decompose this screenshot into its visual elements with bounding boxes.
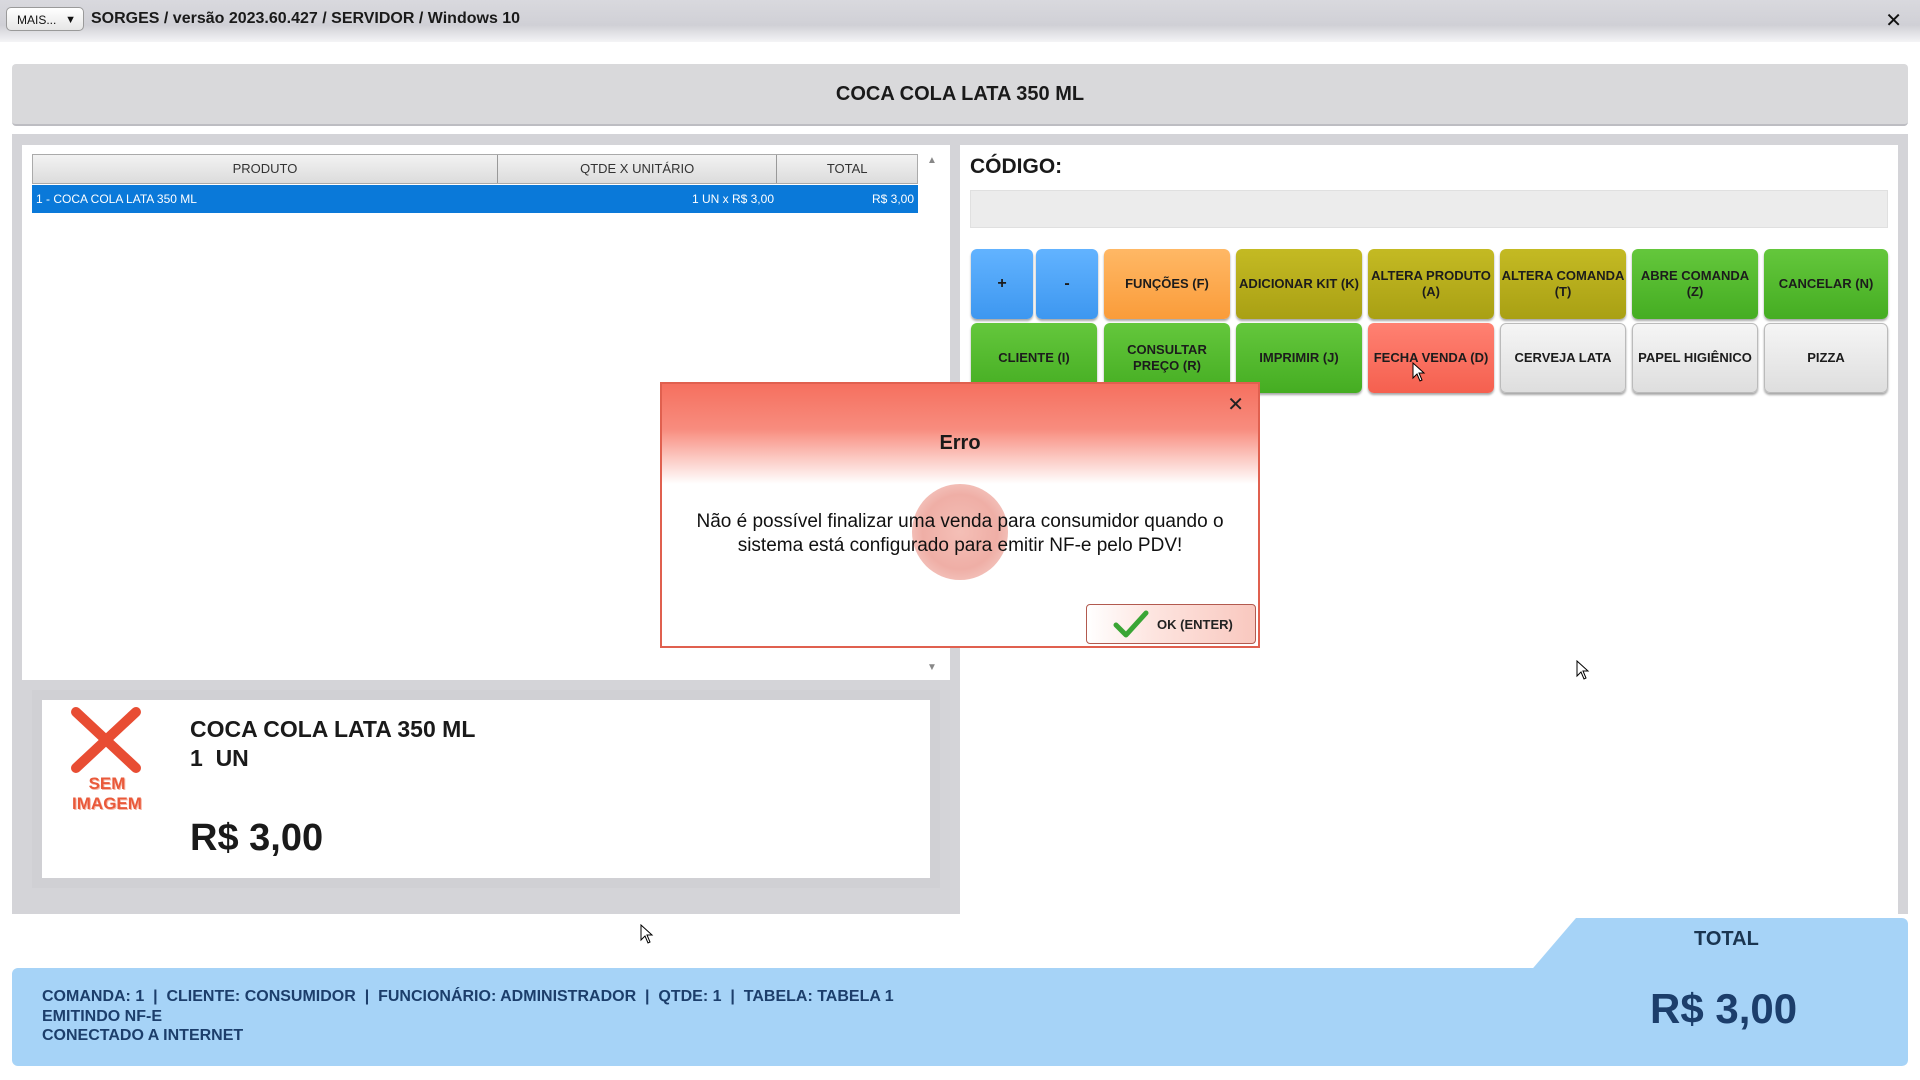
chevron-down-icon: ▼	[65, 14, 76, 26]
row-product: 1 - COCA COLA LATA 350 ML	[36, 192, 197, 206]
table-row[interactable]: 1 - COCA COLA LATA 350 ML 1 UN x R$ 3,00…	[32, 185, 918, 213]
dialog-message: Não é possível finalizar uma venda para …	[696, 511, 1224, 556]
status-connection-line: CONECTADO A INTERNET	[42, 1027, 244, 1044]
row-total: R$ 3,00	[871, 192, 914, 206]
status-nfe-line: EMITINDO NF-E	[42, 1008, 162, 1025]
column-header-produto[interactable]: PRODUTO	[33, 155, 498, 183]
total-value: R$ 3,00	[1650, 985, 1798, 1032]
title-bar: MAIS... ▼ SORGES / versão 2023.60.427 / …	[0, 0, 1920, 42]
cerveja-lata-button[interactable]: CERVEJA LATA	[1500, 323, 1626, 393]
no-image-label: SEM IMAGEM	[60, 774, 154, 814]
product-detail	[42, 700, 930, 878]
detail-price: R$ 3,00	[190, 817, 324, 859]
plus-button[interactable]: +	[971, 249, 1033, 319]
mouse-pointer-icon	[1576, 660, 1590, 680]
no-image-line1: SEM	[88, 774, 126, 793]
funcoes-button[interactable]: FUNÇÕES (F)	[1104, 249, 1230, 319]
mouse-pointer-icon	[1412, 362, 1426, 382]
column-header-qtde[interactable]: QTDE X UNITÁRIO	[498, 155, 778, 183]
scroll-down-arrow-icon[interactable]: ▼	[927, 662, 937, 673]
detail-product-name: COCA COLA LATA 350 ML	[190, 716, 476, 742]
status-info-line: COMANDA: 1 | CLIENTE: CONSUMIDOR | FUNCI…	[42, 988, 894, 1005]
items-table-header: PRODUTO QTDE X UNITÁRIO TOTAL	[32, 154, 918, 184]
fecha-venda-button[interactable]: FECHA VENDA (D)	[1368, 323, 1494, 393]
mouse-pointer-icon	[640, 924, 654, 944]
code-input[interactable]	[970, 190, 1888, 228]
ok-button[interactable]: OK (ENTER)	[1086, 604, 1256, 644]
column-header-total[interactable]: TOTAL	[777, 155, 917, 183]
papel-higienico-button[interactable]: PAPEL HIGIÊNICO	[1632, 323, 1758, 393]
status-bar	[12, 968, 1908, 1066]
detail-quantity: 1 UN	[190, 745, 249, 771]
ok-button-label: OK (ENTER)	[1157, 617, 1233, 632]
scroll-up-arrow-icon[interactable]: ▲	[927, 155, 937, 166]
total-label: TOTAL	[1694, 928, 1759, 950]
pizza-button[interactable]: PIZZA	[1764, 323, 1888, 393]
current-product-banner: COCA COLA LATA 350 ML	[12, 64, 1908, 126]
minus-button[interactable]: -	[1036, 249, 1098, 319]
no-image-icon	[71, 707, 141, 773]
more-menu-label: MAIS...	[17, 13, 57, 27]
checkmark-icon	[1113, 610, 1149, 638]
close-window-button[interactable]: ✕	[1885, 8, 1902, 33]
more-menu-button[interactable]: MAIS... ▼	[6, 7, 84, 31]
error-dialog: ✕ Erro Não é possível finalizar uma vend…	[660, 382, 1260, 648]
cancelar-button[interactable]: CANCELAR (N)	[1764, 249, 1888, 319]
adicionar-kit-button[interactable]: ADICIONAR KIT (K)	[1236, 249, 1362, 319]
altera-comanda-button[interactable]: ALTERA COMANDA (T)	[1500, 249, 1626, 319]
window-title: SORGES / versão 2023.60.427 / SERVIDOR /…	[91, 10, 521, 27]
row-quantity: 1 UN x R$ 3,00	[691, 192, 774, 206]
dialog-close-button[interactable]: ✕	[1227, 392, 1244, 417]
abre-comanda-button[interactable]: ABRE COMANDA (Z)	[1632, 249, 1758, 319]
no-image-line2: IMAGEM	[72, 794, 142, 813]
dialog-title: Erro	[939, 432, 981, 454]
altera-produto-button[interactable]: ALTERA PRODUTO (A)	[1368, 249, 1494, 319]
code-label: CÓDIGO:	[970, 155, 1063, 178]
